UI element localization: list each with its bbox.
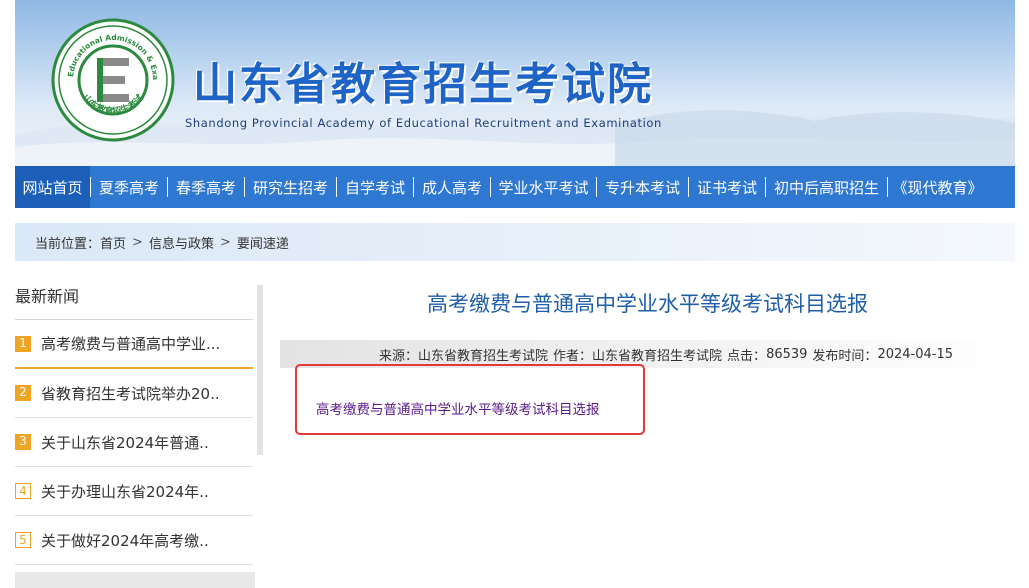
list-item[interactable]: 5 关于做好2024年高考缴.. xyxy=(15,516,253,565)
news-link[interactable]: 关于山东省2024年普通.. xyxy=(41,432,209,453)
meta-hits-label: 点击： xyxy=(727,348,767,364)
nav-item-vocational-enrollment[interactable]: 初中后高职招生 xyxy=(766,166,887,208)
news-number-badge: 4 xyxy=(15,483,31,499)
sidebar-scrollbar[interactable] xyxy=(257,285,263,455)
meta-date-label: 发布时间： xyxy=(812,348,878,364)
list-item[interactable]: 3 关于山东省2024年普通.. xyxy=(15,418,253,467)
article-title: 高考缴费与普通高中学业水平等级考试科目选报 xyxy=(427,292,868,316)
news-number-badge: 1 xyxy=(15,335,31,352)
news-number-badge: 2 xyxy=(15,385,31,401)
list-item[interactable]: 2 省教育招生考试院举办20.. xyxy=(15,369,253,418)
meta-source: 山东省教育招生考试院 xyxy=(418,348,549,364)
breadcrumb-separator: > xyxy=(132,234,143,250)
breadcrumb-separator: > xyxy=(219,234,231,250)
meta-source-label: 来源： xyxy=(378,348,418,364)
meta-author: 山东省教育招生考试院 xyxy=(592,348,723,364)
news-link[interactable]: 高考缴费与普通高中学业... xyxy=(41,333,220,354)
sidebar-title: 最新新闻 xyxy=(15,287,80,306)
breadcrumb: 当前位置： 首页 > 信息与政策 > 要闻速递 xyxy=(15,223,1015,261)
meta-date: 2024-04-15 xyxy=(877,346,953,362)
main-nav: 网站首页 夏季高考 春季高考 研究生招考 自学考试 成人高考 学业水平考试 专升… xyxy=(15,166,1015,208)
list-item[interactable]: 4 关于办理山东省2024年.. xyxy=(15,467,253,516)
list-item[interactable]: 1 高考缴费与普通高中学业... xyxy=(15,320,253,369)
news-link[interactable]: 关于做好2024年高考缴.. xyxy=(41,530,209,551)
nav-item-self-study-exam[interactable]: 自学考试 xyxy=(337,166,413,208)
nav-item-graduate-exam[interactable]: 研究生招考 xyxy=(245,166,336,208)
attachment-link[interactable]: 高考缴费与普通高中学业水平等级考试科目选报 xyxy=(316,398,600,418)
meta-author-label: 作者： xyxy=(553,348,593,364)
breadcrumb-info-policy[interactable]: 信息与政策 xyxy=(149,233,214,252)
header-banner: Shandong Educational Admission & Examina… xyxy=(15,0,1015,166)
article-panel: 高考缴费与普通高中学业水平等级考试科目选报 来源： 山东省教育招生考试院 作者：… xyxy=(280,285,1015,588)
sidebar-latest-news: 最新新闻 1 高考缴费与普通高中学业... 2 省教育招生考试院举办20.. 3… xyxy=(15,285,263,588)
breadcrumb-news-flash[interactable]: 要闻速递 xyxy=(237,233,289,252)
sidebar-bottom-bar xyxy=(15,572,255,588)
news-link[interactable]: 省教育招生考试院举办20.. xyxy=(41,383,220,404)
nav-item-spring-gaokao[interactable]: 春季高考 xyxy=(168,166,244,208)
nav-item-certificate-exam[interactable]: 证书考试 xyxy=(689,166,765,208)
nav-item-summer-gaokao[interactable]: 夏季高考 xyxy=(91,166,167,208)
nav-item-modern-education[interactable]: 《现代教育》 xyxy=(888,166,987,208)
nav-item-academic-level-exam[interactable]: 学业水平考试 xyxy=(491,166,596,208)
nav-item-upgrade-exam[interactable]: 专升本考试 xyxy=(597,166,688,208)
site-subtitle-en: Shandong Provincial Academy of Education… xyxy=(185,116,662,130)
meta-hits: 86539 xyxy=(766,346,808,362)
nav-item-adult-gaokao[interactable]: 成人高考 xyxy=(414,166,490,208)
news-number-badge: 5 xyxy=(15,532,31,548)
news-link[interactable]: 关于办理山东省2024年.. xyxy=(41,481,209,502)
academy-logo[interactable]: Shandong Educational Admission & Examina… xyxy=(47,11,175,142)
breadcrumb-home[interactable]: 首页 xyxy=(100,233,126,252)
breadcrumb-prefix: 当前位置： xyxy=(35,236,101,252)
news-list: 1 高考缴费与普通高中学业... 2 省教育招生考试院举办20.. 3 关于山东… xyxy=(15,320,255,565)
site-title: 山东省教育招生考试院 xyxy=(193,59,653,110)
nav-item-home[interactable]: 网站首页 xyxy=(15,166,90,208)
news-number-badge: 3 xyxy=(15,434,31,450)
